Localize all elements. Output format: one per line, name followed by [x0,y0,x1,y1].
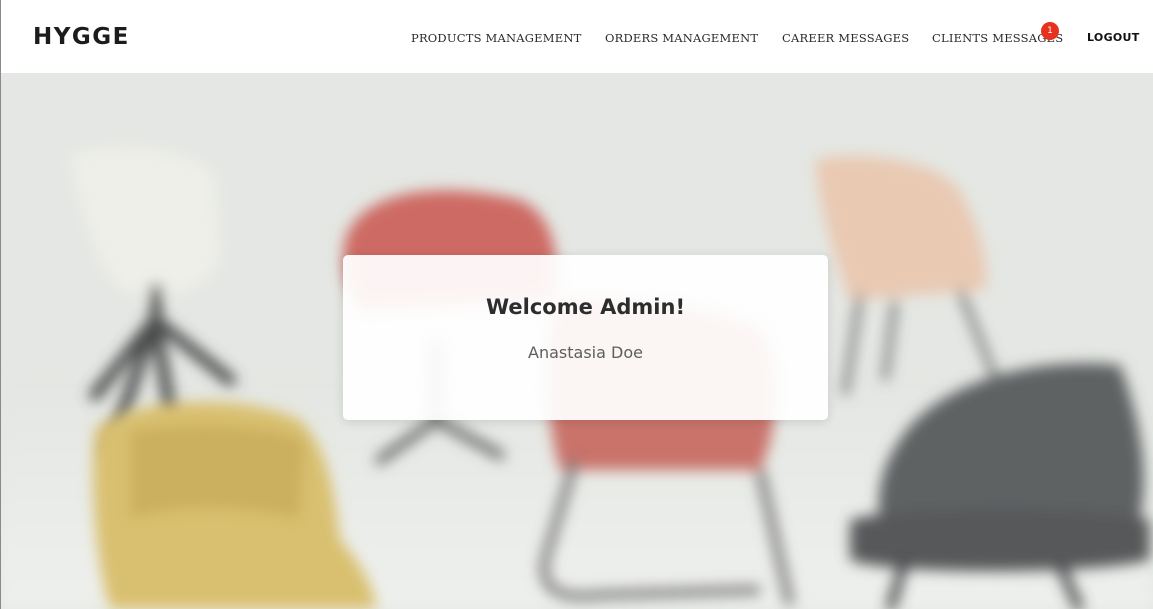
top-navbar: HYGGE PRODUCTS MANAGEMENT ORDERS MANAGEM… [0,0,1153,73]
brand-logo[interactable]: HYGGE [33,24,130,50]
nav-career-messages[interactable]: CAREER MESSAGES [782,31,909,45]
logout-button[interactable]: LOGOUT [1087,31,1140,44]
window-edge-divider [0,0,1,609]
admin-dashboard-page: HYGGE PRODUCTS MANAGEMENT ORDERS MANAGEM… [0,0,1153,609]
nav-products-management[interactable]: PRODUCTS MANAGEMENT [411,31,581,45]
clients-messages-count-badge: 1 [1041,22,1059,40]
welcome-heading: Welcome Admin! [485,295,686,319]
nav-orders-management[interactable]: ORDERS MANAGEMENT [605,31,758,45]
welcome-card: Welcome Admin! Anastasia Doe [343,255,828,420]
admin-name: Anastasia Doe [528,343,643,362]
